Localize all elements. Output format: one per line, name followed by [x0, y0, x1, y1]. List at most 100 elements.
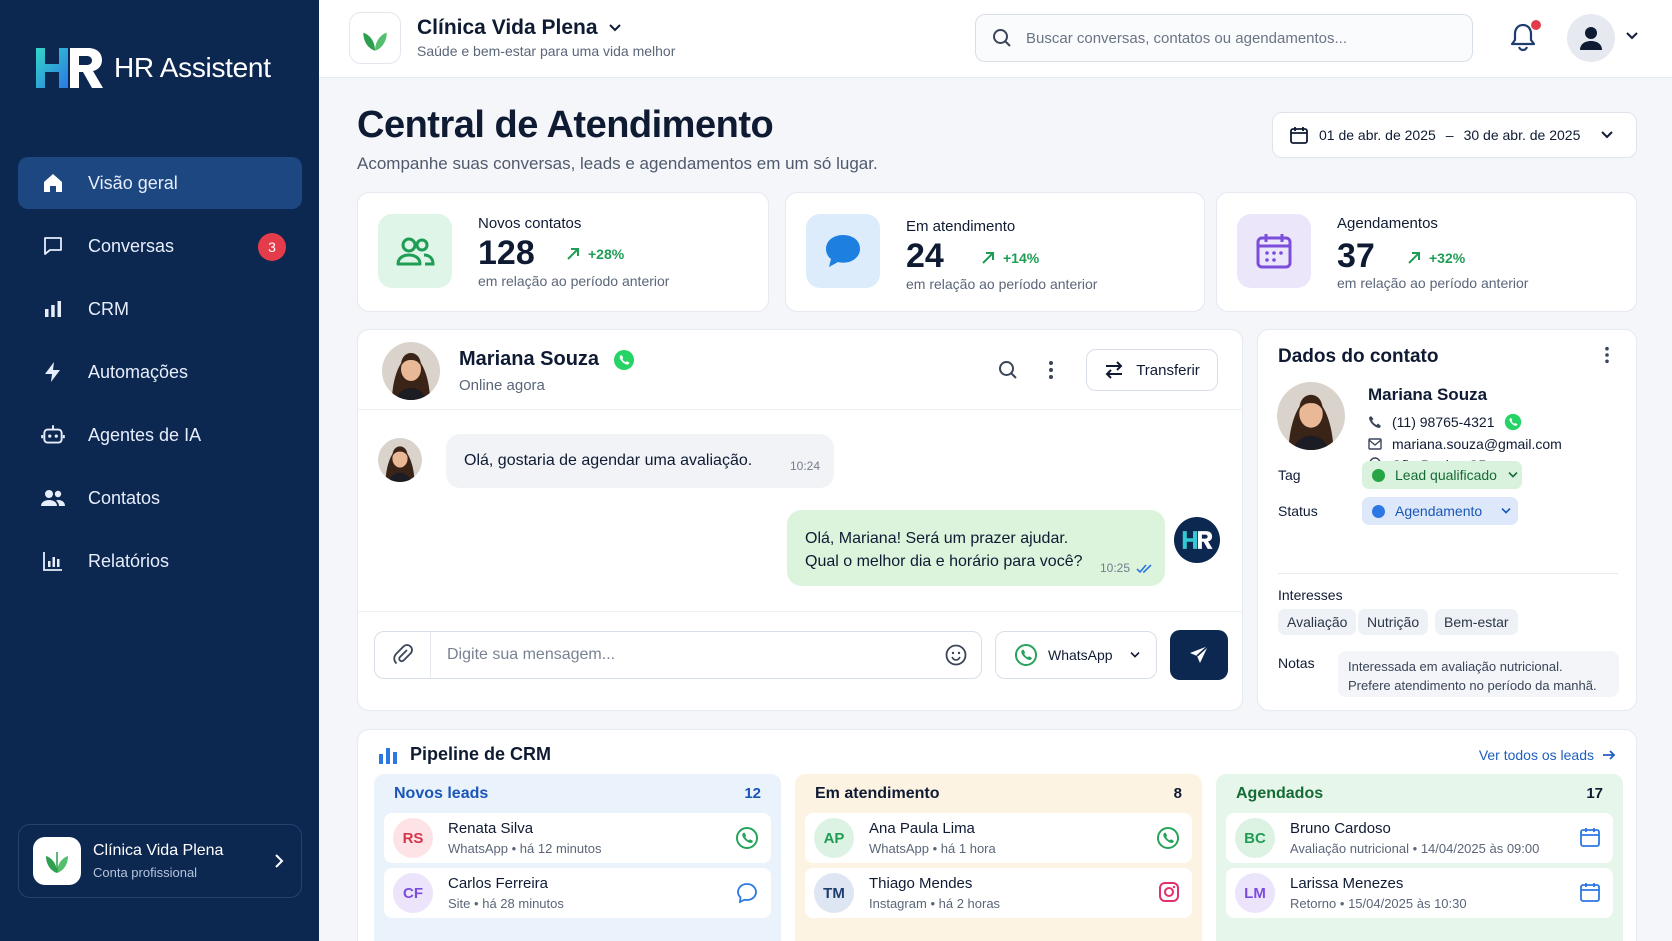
nav-item-agentes-ia[interactable]: Agentes de IA [18, 409, 302, 461]
nav-item-relatorios[interactable]: Relatórios [18, 535, 302, 587]
trend-up-icon [1408, 252, 1420, 264]
incoming-message: Olá, gostaria de agendar uma avaliação. … [446, 434, 834, 488]
more-vertical-icon[interactable] [1048, 360, 1054, 380]
chevron-down-icon[interactable] [1625, 31, 1639, 41]
search-input[interactable] [1026, 29, 1446, 47]
lead-name: Carlos Ferreira [448, 875, 549, 892]
send-button[interactable] [1170, 630, 1228, 680]
stat-card-em-atendimento[interactable]: Em atendimento 24 +14% em relação ao per… [785, 192, 1205, 312]
attach-button[interactable] [375, 632, 431, 678]
outgoing-message: Olá, Mariana! Será um prazer ajudar. Qua… [787, 510, 1165, 586]
lead-card[interactable]: CF Carlos Ferreira Site • há 28 minutos [384, 868, 771, 918]
column-count: 12 [744, 785, 761, 802]
lead-meta: Instagram • há 2 horas [869, 896, 1001, 911]
clinic-leaf-icon [33, 837, 81, 885]
page-subtitle: Acompanhe suas conversas, leads e agenda… [357, 154, 878, 173]
contact-avatar-small [378, 438, 422, 482]
lead-meta: WhatsApp • há 1 hora [869, 841, 996, 856]
lead-card[interactable]: LM Larissa Menezes Retorno • 15/04/2025 … [1226, 868, 1613, 918]
woman-portrait-icon [1277, 382, 1345, 450]
search-bar[interactable] [975, 14, 1473, 62]
contact-phone[interactable]: (11) 98765-4321 [1368, 413, 1522, 431]
interest-chip[interactable]: Bem-estar [1435, 609, 1518, 635]
contact-divider [1278, 573, 1618, 574]
message-input[interactable] [431, 646, 911, 664]
lead-card[interactable]: RS Renata Silva WhatsApp • há 12 minutos [384, 813, 771, 863]
chat-header: Mariana Souza Online agora Transferir [358, 330, 1242, 410]
lead-meta: Site • há 28 minutos [448, 896, 564, 911]
lead-name: Bruno Cardoso [1290, 820, 1391, 837]
robot-icon [40, 422, 66, 448]
column-count: 8 [1173, 785, 1182, 802]
lead-card[interactable]: BC Bruno Cardoso Avaliação nutricional •… [1226, 813, 1613, 863]
status-dropdown[interactable]: Agendamento [1362, 497, 1518, 525]
lead-card[interactable]: TM Thiago Mendes Instagram • há 2 horas [805, 868, 1192, 918]
user-avatar[interactable] [1567, 14, 1615, 62]
lead-card[interactable]: AP Ana Paula Lima WhatsApp • há 1 hora [805, 813, 1192, 863]
tag-dropdown[interactable]: Lead qualificado [1362, 461, 1522, 489]
lead-name: Ana Paula Lima [869, 820, 975, 837]
phone-icon [1369, 416, 1381, 428]
brand[interactable]: HR Assistent [32, 44, 271, 92]
lead-initials: CF [393, 873, 433, 913]
date-range-picker[interactable]: 01 de abr. de 2025 – 30 de abr. de 2025 [1272, 112, 1637, 158]
lead-meta: Retorno • 15/04/2025 às 10:30 [1290, 896, 1467, 911]
clinic-leaf-icon[interactable] [349, 12, 401, 64]
send-icon [1190, 645, 1209, 663]
stat-card-agendamentos[interactable]: Agendamentos 37 +32% em relação ao perío… [1216, 192, 1637, 312]
more-vertical-icon[interactable] [1604, 346, 1610, 364]
column-count: 17 [1586, 785, 1603, 802]
pipeline-title: Pipeline de CRM [378, 744, 551, 765]
account-plan: Conta profissional [93, 865, 198, 880]
tag-label: Tag [1278, 467, 1301, 483]
account-switcher[interactable]: Clínica Vida Plena Conta profissional [18, 824, 302, 898]
channel-selector[interactable]: WhatsApp [995, 631, 1157, 679]
interest-chip[interactable]: Avaliação [1278, 609, 1357, 635]
nav-item-conversas[interactable]: Conversas 3 [18, 220, 302, 272]
agent-avatar [1174, 517, 1220, 563]
stat-note: em relação ao período anterior [906, 276, 1098, 292]
stat-value: 24 [906, 237, 944, 275]
chat-contact-status: Online agora [459, 377, 545, 394]
nav-item-crm[interactable]: CRM [18, 283, 302, 335]
search-icon[interactable] [998, 360, 1018, 380]
unread-badge: 3 [258, 233, 286, 261]
contact-name: Mariana Souza [1368, 385, 1488, 404]
calendar-icon [1290, 127, 1308, 144]
report-icon [40, 548, 66, 574]
emoji-icon[interactable] [945, 644, 967, 666]
topbar: Clínica Vida Plena Saúde e bem-estar par… [319, 0, 1672, 78]
message-composer[interactable] [374, 631, 982, 679]
nav-item-contatos[interactable]: Contatos [18, 472, 302, 524]
stat-card-novos-contatos[interactable]: Novos contatos 128 +28% em relação ao pe… [357, 192, 769, 312]
contact-email[interactable]: mariana.souza@gmail.com [1368, 436, 1562, 452]
transfer-button[interactable]: Transferir [1086, 349, 1218, 391]
composer-divider [358, 611, 1242, 612]
lead-meta: WhatsApp • há 12 minutos [448, 841, 602, 856]
stat-value: 128 [478, 234, 535, 272]
brand-name: HR Assistent [114, 52, 271, 83]
stat-change: +28% [566, 246, 624, 262]
lead-name: Larissa Menezes [1290, 875, 1404, 892]
interest-chip[interactable]: Nutrição [1358, 609, 1429, 635]
contact-avatar[interactable] [382, 342, 440, 400]
message-time: 10:25 [1100, 557, 1154, 580]
lead-initials: LM [1235, 873, 1275, 913]
nav-item-automacoes[interactable]: Automações [18, 346, 302, 398]
notes-box[interactable]: Interessada em avaliação nutricional. Pr… [1338, 651, 1619, 697]
bar-chart-icon [379, 747, 397, 764]
chevron-right-icon [275, 854, 284, 868]
nav-item-visao-geral[interactable]: Visão geral [18, 157, 302, 209]
notes-label: Notas [1278, 655, 1315, 671]
date-separator: – [1445, 127, 1454, 143]
contact-panel-title: Dados do contato [1278, 346, 1439, 367]
whatsapp-icon [735, 826, 759, 850]
nav-label: Automações [88, 361, 189, 382]
main-nav: Visão geral Conversas 3 CRM Automações A… [18, 157, 302, 598]
stat-icon-box [378, 214, 452, 288]
clinic-selector[interactable]: Clínica Vida Plena [417, 16, 622, 40]
lead-name: Renata Silva [448, 820, 534, 837]
nav-label: Contatos [88, 487, 161, 508]
view-all-leads-link[interactable]: Ver todos os leads [1479, 747, 1616, 763]
chevron-down-icon [1501, 508, 1511, 514]
